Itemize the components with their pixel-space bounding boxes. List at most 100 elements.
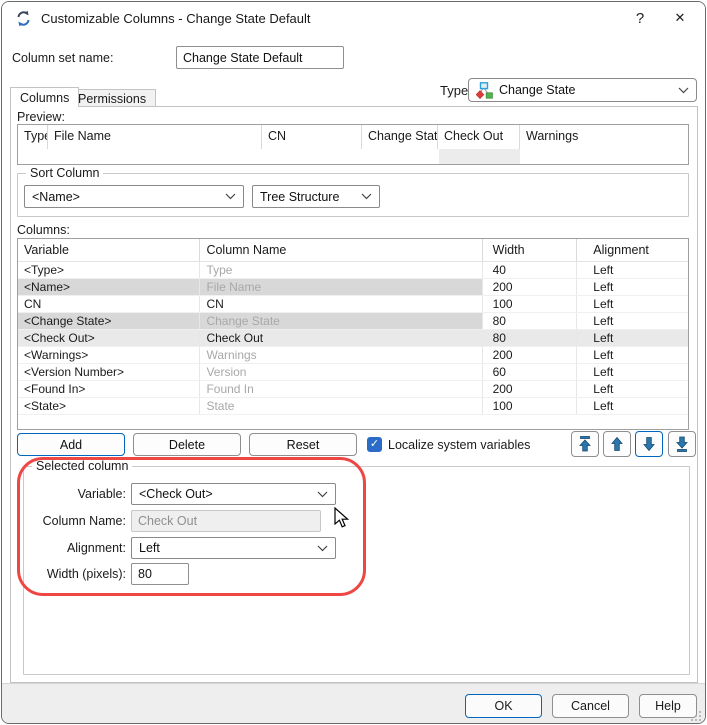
alignment-cell: Left [577,381,688,397]
preview-label: Preview: [17,110,65,124]
preview-header-row: TypeFile NameCNChange StateCheck OutWarn… [18,125,688,149]
columns-header-alignment[interactable]: Alignment [577,239,688,261]
variable-cell: <Name> [18,279,200,295]
columns-table-row[interactable]: <Change State>Change State80Left [18,313,688,330]
width-pixels-label: Width (pixels): [26,567,126,581]
preview-selected-column-indicator [439,149,520,164]
columns-header-width[interactable]: Width [483,239,578,261]
alignment-cell: Left [577,364,688,380]
alignment-cell: Left [577,262,688,278]
column-name-cell: File Name [200,279,482,295]
change-state-type-icon [476,82,493,99]
move-bottom-button[interactable] [668,431,696,457]
width-cell: 200 [483,279,578,295]
column-set-name-label: Column set name: [12,51,113,65]
variable-cell: <Found In> [18,381,200,397]
variable-combobox[interactable]: <Check Out> [131,483,336,505]
variable-cell: <Check Out> [18,330,200,346]
preview-column-warnings[interactable]: Warnings [520,125,688,149]
help-button[interactable]: Help [639,694,697,718]
alignment-value: Left [139,541,317,555]
sort-column-value: <Name> [32,190,225,204]
footer-bar: OK Cancel Help [2,683,705,724]
column-set-name-input[interactable] [176,46,344,69]
columns-label: Columns: [17,223,70,237]
move-top-button[interactable] [571,431,599,457]
column-name-cell: CN [200,296,482,312]
columns-table-header: VariableColumn NameWidthAlignment [18,239,688,262]
reset-button[interactable]: Reset [249,433,357,456]
preview-column-file-name[interactable]: File Name [48,125,262,149]
width-pixels-input[interactable] [131,563,189,585]
column-name-label: Column Name: [26,514,126,528]
app-icon [15,10,32,27]
chevron-down-icon [225,193,236,200]
selected-column-group: Selected column Variable: <Check Out> Co… [23,466,690,675]
sort-mode-value: Tree Structure [260,190,361,204]
tab-permissions[interactable]: Permissions [68,89,156,107]
column-name-cell: Change State [200,313,482,329]
delete-button[interactable]: Delete [133,433,241,456]
title-bar: Customizable Columns - Change State Defa… [2,2,705,35]
resize-grip-icon[interactable] [690,710,702,722]
arrow-down-icon [642,436,656,452]
columns-table-row[interactable]: CNCN100Left [18,296,688,313]
width-cell: 80 [483,330,578,346]
alignment-combobox[interactable]: Left [131,537,336,559]
variable-cell: <Version Number> [18,364,200,380]
arrow-to-top-icon [578,436,592,452]
variable-label: Variable: [26,487,126,501]
column-name-cell: Warnings [200,347,482,363]
columns-header-column-name[interactable]: Column Name [200,239,482,261]
chevron-down-icon [678,87,689,94]
columns-table-row[interactable]: <Check Out>Check Out80Left [18,330,688,347]
alignment-label: Alignment: [26,541,126,555]
preview-column-change-state[interactable]: Change State [362,125,438,149]
variable-cell: <Warnings> [18,347,200,363]
columns-table-body: <Type>Type40Left<Name>File Name200LeftCN… [18,262,688,415]
tab-columns[interactable]: Columns [10,87,79,107]
tab-columns-label: Columns [20,91,69,105]
localize-checkbox[interactable]: ✓ [367,437,382,452]
chevron-down-icon [361,193,372,200]
alignment-cell: Left [577,313,688,329]
move-up-button[interactable] [603,431,631,457]
sort-column-group-label: Sort Column [26,166,103,180]
columns-table-row[interactable]: <Version Number>Version60Left [18,364,688,381]
columns-table-row[interactable]: <Type>Type40Left [18,262,688,279]
type-combobox[interactable]: Change State [468,78,697,102]
columns-table-row[interactable]: <Found In>Found In200Left [18,381,688,398]
sort-column-combobox[interactable]: <Name> [24,185,244,208]
cancel-button[interactable]: Cancel [552,694,629,718]
preview-column-check-out[interactable]: Check Out [438,125,520,149]
chevron-down-icon [317,491,328,498]
alignment-cell: Left [577,279,688,295]
column-name-cell: State [200,398,482,414]
add-button[interactable]: Add [17,433,125,456]
preview-column-cn[interactable]: CN [262,125,362,149]
titlebar-close-button[interactable]: ✕ [663,2,697,34]
variable-cell: <Change State> [18,313,200,329]
columns-header-variable[interactable]: Variable [18,239,200,261]
ok-button[interactable]: OK [465,694,542,718]
selected-column-group-label: Selected column [32,459,132,473]
preview-column-type[interactable]: Type [18,125,48,149]
columns-table-row[interactable]: <Warnings>Warnings200Left [18,347,688,364]
titlebar-help-button[interactable]: ? [623,2,657,34]
alignment-cell: Left [577,330,688,346]
columns-table-row[interactable]: <State>State100Left [18,398,688,415]
move-down-button[interactable] [635,431,663,457]
columns-table-row[interactable]: <Name>File Name200Left [18,279,688,296]
width-cell: 60 [483,364,578,380]
variable-cell: <State> [18,398,200,414]
alignment-cell: Left [577,398,688,414]
column-name-cell: Found In [200,381,482,397]
width-cell: 40 [483,262,578,278]
alignment-cell: Left [577,347,688,363]
width-cell: 100 [483,398,578,414]
sort-mode-combobox[interactable]: Tree Structure [252,185,380,208]
columns-table: VariableColumn NameWidthAlignment <Type>… [17,238,689,430]
arrow-to-bottom-icon [675,436,689,452]
preview-table: TypeFile NameCNChange StateCheck OutWarn… [17,124,689,165]
type-value: Change State [499,83,678,97]
